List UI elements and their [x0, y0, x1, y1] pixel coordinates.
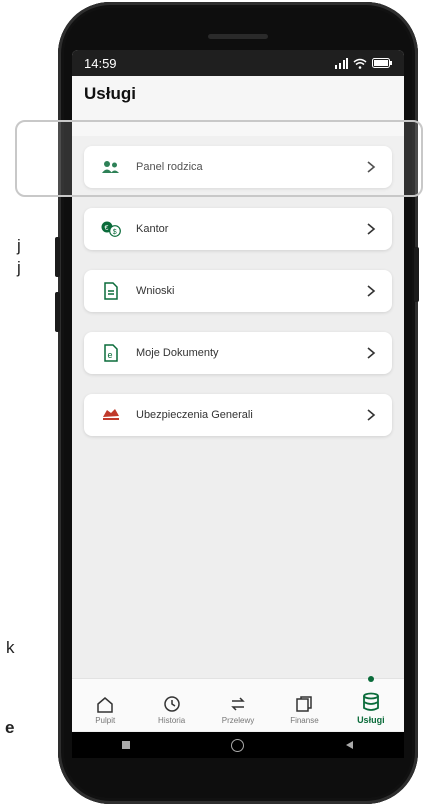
e-document-icon: e: [100, 342, 122, 364]
home-icon: [97, 697, 113, 713]
service-item-kantor[interactable]: € $ Kantor: [84, 208, 392, 250]
currency-exchange-icon: € $: [100, 218, 122, 240]
nav-label: Historia: [158, 716, 186, 725]
nav-label: Pulpit: [95, 716, 116, 725]
chevron-right-icon: [367, 347, 376, 359]
finance-icon: [296, 696, 313, 712]
history-icon: [163, 696, 180, 712]
nav-item-przelewy[interactable]: Przelewy: [205, 679, 271, 731]
nav-label: Przelewy: [221, 716, 255, 725]
generali-logo-icon: [100, 404, 122, 426]
service-label: Kantor: [136, 223, 169, 235]
battery-icon: [372, 58, 392, 68]
page-title: Usługi: [84, 84, 136, 103]
service-item-moje-dokumenty[interactable]: e Moje Dokumenty: [84, 332, 392, 374]
back-icon[interactable]: [345, 740, 354, 750]
document-icon: [100, 280, 122, 302]
service-label: Ubezpieczenia Generali: [136, 409, 253, 421]
nav-item-finanse[interactable]: Finanse: [271, 679, 337, 731]
chevron-right-icon: [367, 223, 376, 235]
nav-item-uslugi[interactable]: Usługi: [338, 676, 404, 731]
highlight-frame: [15, 120, 423, 197]
volume-button-2: [55, 292, 60, 332]
home-button-icon[interactable]: [230, 738, 244, 752]
svg-text:e: e: [108, 350, 113, 360]
volume-button: [55, 237, 60, 277]
svg-text:€: €: [105, 225, 109, 232]
signal-icon: [335, 57, 348, 69]
recents-icon[interactable]: [122, 741, 131, 749]
background-text-1: j: [17, 236, 21, 255]
service-item-wnioski[interactable]: Wnioski: [84, 270, 392, 312]
background-text-4: e: [5, 718, 15, 737]
svg-text:$: $: [113, 229, 117, 236]
nav-item-historia[interactable]: Historia: [138, 679, 204, 731]
nav-label: Finanse: [290, 716, 319, 725]
status-time: 14:59: [84, 55, 117, 71]
service-item-ubezpieczenia-generali[interactable]: Ubezpieczenia Generali: [84, 394, 392, 436]
wifi-icon: [353, 58, 367, 69]
transfer-icon: [231, 697, 245, 711]
phone-speaker: [208, 34, 268, 39]
status-bar: 14:59: [72, 50, 404, 76]
nav-item-pulpit[interactable]: Pulpit: [72, 679, 138, 731]
chevron-right-icon: [367, 285, 376, 297]
service-label: Moje Dokumenty: [136, 347, 219, 359]
service-label: Wnioski: [136, 285, 175, 297]
android-nav-bar: [72, 732, 404, 758]
active-indicator: [367, 676, 374, 682]
nav-label: Usługi: [357, 715, 385, 725]
background-text-2: j: [17, 258, 21, 277]
power-button: [414, 247, 419, 302]
services-icon: [362, 692, 379, 711]
background-text-3: k: [6, 638, 15, 657]
chevron-right-icon: [367, 409, 376, 421]
bottom-nav: Pulpit Historia Przelewy Finanse Usługi: [72, 676, 404, 731]
